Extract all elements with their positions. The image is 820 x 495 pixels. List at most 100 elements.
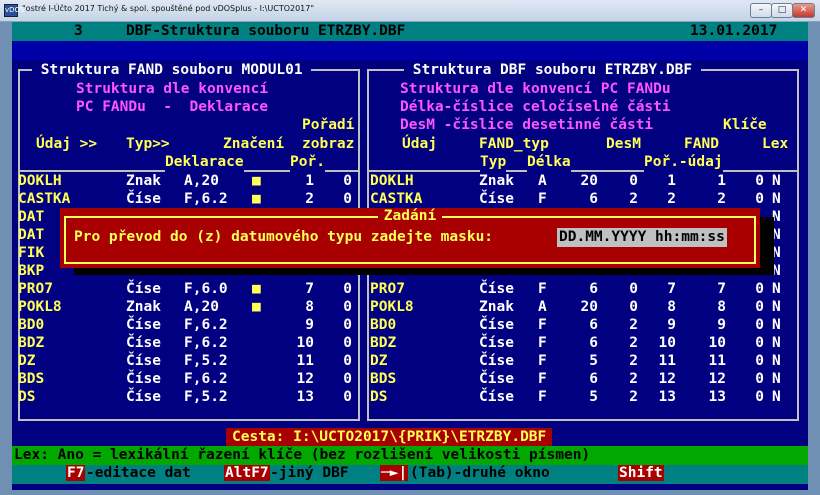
left-field-display: 0 [343,335,352,351]
left-sub-por: Poř. [290,153,325,172]
path-bar: Cesta: I:\UCTO2017\{PRIK}\ETRZBY.DBF [226,428,553,447]
left-field-display: 0 [343,371,352,387]
key-altf7[interactable]: AltF7 [224,465,270,481]
left-field-declaration: A,20 [184,299,219,315]
right-fand-type: A [538,173,547,189]
left-field-type: Číse [126,389,161,405]
key-f7[interactable]: F7 [66,465,86,481]
right-sub-typ: Typ [480,153,507,172]
right-field-name: POKL8 [370,299,414,315]
right-panel-title: Struktura DBF souboru ETRZBY.DBF [404,61,701,80]
right-field-decimals: 2 [629,191,638,207]
left-col-znaceni: Značení [223,136,285,152]
right-key-flag: 0 [755,173,764,189]
left-field-mark: ■ [252,299,261,315]
right-convention-2: Délka-číslice celočíselné části [400,99,671,115]
right-field-type: Číse [479,191,514,207]
right-field-name: BDZ [370,335,397,351]
right-field-order: 2 [667,191,676,207]
right-field-type: Číse [479,353,514,369]
minimize-button[interactable]: – [750,3,772,18]
left-field-declaration: A,20 [184,173,219,189]
right-field-order: 7 [667,281,676,297]
right-field-decimals: 2 [629,389,638,405]
right-field-type: Znak [479,173,514,189]
left-field-declaration: F,5.2 [184,353,228,369]
right-field-name: CASTKA [370,191,423,207]
right-key-flag: 0 [755,281,764,297]
right-col-fand: FAND [684,136,719,152]
right-field-order: 13 [658,389,676,405]
left-field-name: FIK [18,245,45,261]
left-field-display: 0 [343,389,352,405]
right-convention-1: Struktura dle konvencí PC FANDu [400,81,671,97]
right-fand-type: F [538,281,547,297]
left-field-display: 0 [343,191,352,207]
right-field-decimals: 0 [629,299,638,315]
right-field-decimals: 2 [629,335,638,351]
key-tab[interactable]: ─►| [380,465,409,481]
right-key-flag: 0 [755,191,764,207]
right-field-type: Číse [479,335,514,351]
left-field-order: 12 [296,371,314,387]
right-field-name: PRO7 [370,281,405,297]
right-field-type: Znak [479,299,514,315]
left-field-type: Znak [126,173,161,189]
right-lex-flag: N [772,191,781,207]
left-field-declaration: F,5.2 [184,389,228,405]
right-field-length: 20 [580,299,598,315]
right-col-klice: Klíče [723,117,767,133]
right-field-length: 6 [589,371,598,387]
left-field-name: BDS [18,371,45,387]
right-field-order: 11 [658,353,676,369]
left-field-display: 0 [343,299,352,315]
right-field-order: 9 [667,317,676,333]
right-field-length: 6 [589,281,598,297]
window-title: "ostré I-Účto 2017 Tichý & spol. spouště… [22,4,315,13]
left-field-type: Číse [126,335,161,351]
right-lex-flag: N [772,353,781,369]
key-shift[interactable]: Shift [618,465,664,481]
left-convention-2: PC FANDu - Deklarace [76,99,269,115]
left-col-poradi: Pořadí [302,117,355,133]
close-button[interactable]: ✕ [792,3,815,18]
right-fand-type: F [538,371,547,387]
right-col-desm: DesM [606,136,641,152]
right-fand-type: F [538,191,547,207]
spacer-bar [12,41,808,60]
left-field-type: Číse [126,371,161,387]
right-fand-order: 9 [717,317,726,333]
left-field-name: CASTKA [18,191,71,207]
left-col-typ: Typ>> [126,136,170,152]
right-field-decimals: 2 [629,371,638,387]
function-key-bar: F7 -editace dat AltF7 -jiný DBF ─►| (Tab… [12,465,808,484]
left-field-mark: ■ [252,281,261,297]
right-fand-order: 8 [717,299,726,315]
key-altf7-label: -jiný DBF [270,465,349,481]
left-field-order: 2 [305,191,314,207]
right-field-type: Číse [479,389,514,405]
right-field-decimals: 0 [629,281,638,297]
right-fand-type: F [538,389,547,405]
left-field-order: 7 [305,281,314,297]
right-key-flag: 0 [755,335,764,351]
status-text: Lex: Ano = lexikální řazení klíče (bez r… [14,447,591,463]
date-mask-input[interactable]: DD.MM.YYYY hh:mm:ss [557,228,727,247]
right-lex-flag: N [772,281,781,297]
right-col-fandtyp: FAND_typ [479,136,549,152]
right-field-length: 20 [580,173,598,189]
left-field-order: 10 [296,335,314,351]
right-lex-flag: N [772,173,781,189]
key-f7-label: -editace dat [86,465,191,481]
left-field-display: 0 [343,281,352,297]
right-key-flag: 0 [755,299,764,315]
left-field-name: PRO7 [18,281,53,297]
right-fand-order: 7 [717,281,726,297]
app-icon: vDOS [4,4,25,17]
maximize-button[interactable]: □ [771,3,793,18]
page-title: DBF-Struktura souboru ETRZBY.DBF [126,23,406,39]
left-field-type: Znak [126,299,161,315]
right-key-flag: 0 [755,317,764,333]
right-field-order: 1 [667,173,676,189]
status-bar: Lex: Ano = lexikální řazení klíče (bez r… [12,446,808,465]
